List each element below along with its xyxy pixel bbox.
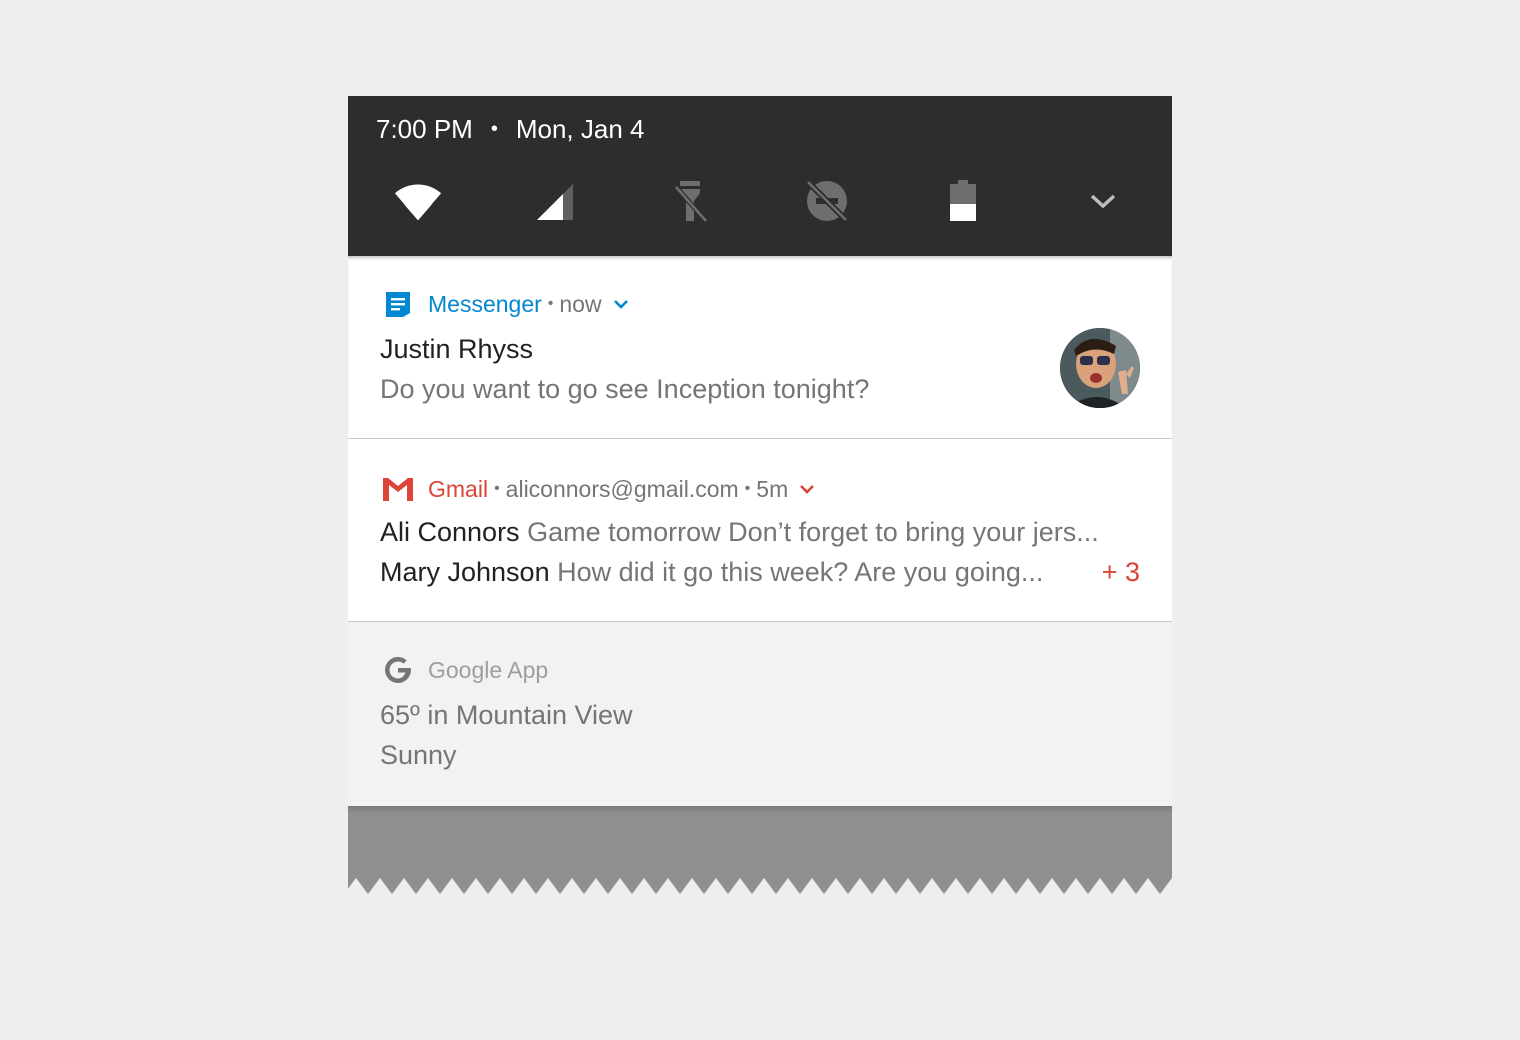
wifi-icon[interactable] xyxy=(393,176,443,226)
expand-chevron-icon[interactable] xyxy=(798,483,816,495)
list-item: Mary Johnson How did it go this week? Ar… xyxy=(380,557,1043,588)
gmail-notification[interactable]: Gmail • aliconnors@gmail.com • 5m Ali Co… xyxy=(348,438,1172,621)
app-name: Messenger xyxy=(428,290,542,317)
cell-signal-icon[interactable] xyxy=(529,176,579,226)
message-preview: How did it go this week? Are you going..… xyxy=(557,557,1044,587)
expand-chevron-icon[interactable] xyxy=(612,298,630,310)
list-item: Ali Connors Game tomorrow Don’t forget t… xyxy=(380,517,1099,548)
notification-time: now xyxy=(559,290,602,317)
separator-dot: • xyxy=(547,295,554,312)
notification-shade: 7:00 PM • Mon, Jan 4 Messenger • now Jus… xyxy=(348,96,1172,894)
quick-settings-row xyxy=(348,176,1172,226)
notification-header: Messenger • now xyxy=(382,288,630,320)
avatar xyxy=(1060,328,1140,408)
sender-name: Mary Johnson xyxy=(380,557,550,587)
separator-dot: • xyxy=(744,480,751,497)
quick-settings-header: 7:00 PM • Mon, Jan 4 xyxy=(348,96,1172,256)
notification-text: Sunny xyxy=(380,740,457,770)
flashlight-off-icon[interactable] xyxy=(665,176,715,226)
more-count-badge: + 3 xyxy=(1101,557,1140,587)
google-g-icon xyxy=(382,654,414,686)
account-email: aliconnors@gmail.com xyxy=(505,475,739,502)
expand-chevron-icon[interactable] xyxy=(1078,176,1128,226)
notification-text: Do you want to go see Inception tonight? xyxy=(380,374,870,404)
messenger-notification[interactable]: Messenger • now Justin Rhyss Do you want… xyxy=(348,256,1172,438)
notification-time: 5m xyxy=(756,475,789,502)
gmail-app-icon xyxy=(382,473,414,505)
notification-header: Gmail • aliconnors@gmail.com • 5m xyxy=(382,473,816,505)
google-app-notification[interactable]: Google App 65º in Mountain View Sunny xyxy=(348,621,1172,806)
separator-dot: • xyxy=(494,480,500,497)
sender-name: Ali Connors xyxy=(380,517,520,547)
clock-time: 7:00 PM xyxy=(376,114,473,144)
do-not-disturb-off-icon[interactable] xyxy=(802,176,852,226)
notification-title: Justin Rhyss xyxy=(380,334,534,364)
torn-edge-decoration xyxy=(348,806,1172,894)
notification-title: 65º in Mountain View xyxy=(380,700,633,730)
date-separator: • xyxy=(490,118,498,140)
app-name: Gmail xyxy=(428,475,489,502)
status-datetime[interactable]: 7:00 PM • Mon, Jan 4 xyxy=(376,114,644,144)
battery-half-icon[interactable] xyxy=(938,176,988,226)
notification-header: Google App xyxy=(382,654,548,686)
message-preview: Game tomorrow Don’t forget to bring your… xyxy=(527,517,1099,547)
date-label: Mon, Jan 4 xyxy=(515,114,645,144)
app-name: Google App xyxy=(428,656,549,683)
messenger-app-icon xyxy=(382,288,414,320)
